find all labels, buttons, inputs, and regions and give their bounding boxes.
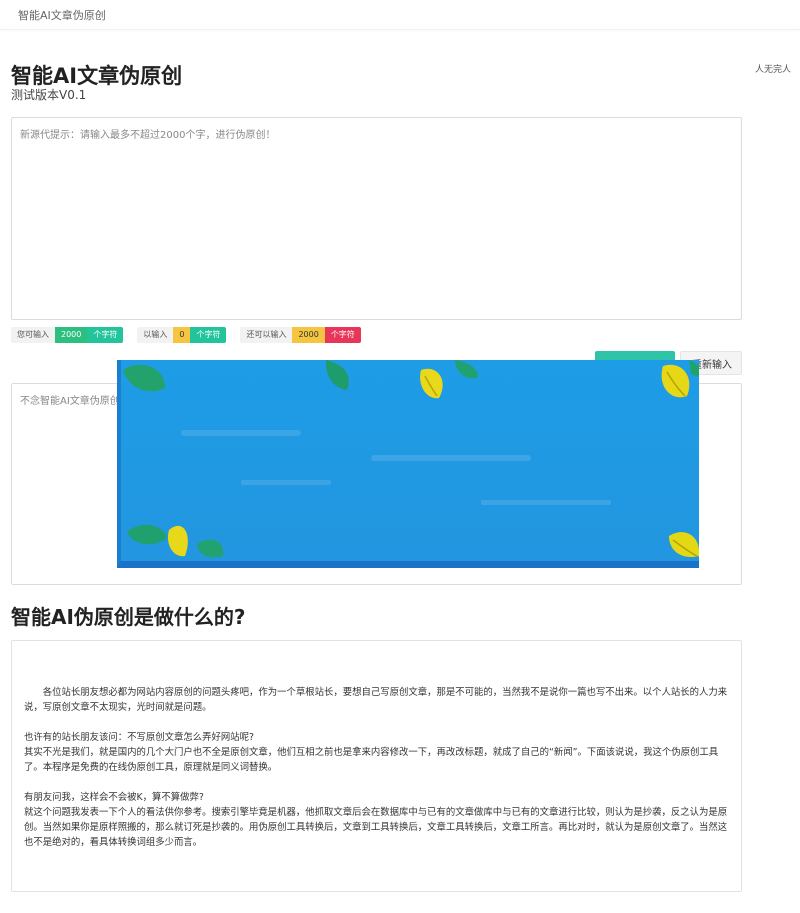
counter-value: 2000: [55, 327, 88, 343]
ad-banner-overlay[interactable]: [117, 360, 699, 568]
counter-unit: 个字符: [190, 327, 227, 343]
source-text-input[interactable]: [11, 117, 742, 320]
article-paragraph: 也许有的站长朋友该问：不写原创文章怎么弄好网站呢? 其实不光是我们，就是国内的几…: [24, 730, 729, 775]
top-navbar: 智能AI文章伪原创: [0, 0, 800, 30]
page-subtitle: 测试版本V0.1: [11, 88, 87, 102]
remaining-chars-counter: 还可以输入 2000 个字符: [240, 327, 361, 343]
char-counter-row: 您可输入 2000 个字符 以输入 0 个字符 还可以输入 2000 个字符: [11, 327, 375, 343]
counter-unit: 个字符: [87, 327, 124, 343]
article-text: 就这个问题我发表一下个人的看法供你参考。搜索引擎毕竟是机器，他抓取文章后会在数据…: [24, 807, 728, 848]
article-text: 其实不光是我们，就是国内的几个大门户也不全是原创文章，他们互相之前也是拿来内容修…: [24, 747, 719, 773]
counter-unit: 个字符: [324, 327, 361, 343]
counter-value: 2000: [292, 327, 325, 343]
leaf-decoration-graphic: [121, 360, 699, 561]
counter-label: 您可输入: [11, 327, 55, 343]
article-box: 各位站长朋友想必都为网站内容原创的问题头疼吧，作为一个草根站长，要想自己写原创文…: [11, 640, 742, 892]
entered-chars-counter: 以输入 0 个字符: [137, 327, 227, 343]
counter-label: 以输入: [137, 327, 174, 343]
article-paragraph: 有朋友问我，这样会不会被K，算不算做弊? 就这个问题我发表一下个人的看法供你参考…: [24, 790, 729, 850]
section-title: 智能AI伪原创是做什么的?: [11, 605, 246, 629]
article-question: 有朋友问我，这样会不会被K，算不算做弊?: [24, 792, 204, 803]
article-question: 也许有的站长朋友该问：不写原创文章怎么弄好网站呢?: [24, 732, 254, 743]
counter-label: 还可以输入: [240, 327, 293, 343]
brand-link[interactable]: 智能AI文章伪原创: [18, 7, 106, 23]
user-name-link[interactable]: 人无完人: [755, 62, 791, 75]
counter-value: 0: [173, 327, 191, 343]
max-chars-counter: 您可输入 2000 个字符: [11, 327, 124, 343]
article-paragraph: 各位站长朋友想必都为网站内容原创的问题头疼吧，作为一个草根站长，要想自己写原创文…: [24, 687, 728, 713]
